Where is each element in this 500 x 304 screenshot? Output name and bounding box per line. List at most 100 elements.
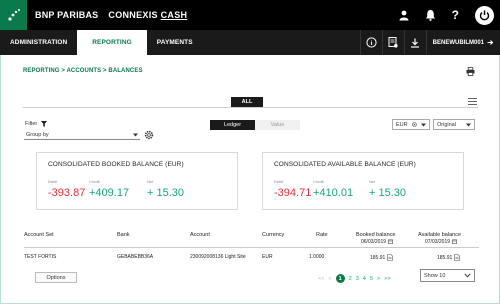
- card-title: CONSOLIDATED AVAILABLE BALANCE (EUR): [274, 161, 416, 168]
- cell-rate: 1.0000: [309, 254, 325, 260]
- card-title: CONSOLIDATED BOOKED BALANCE (EUR): [48, 161, 184, 168]
- product-name: CONNEXIS CASH: [108, 10, 187, 20]
- user-menu[interactable]: BENEWUBILM001: [425, 30, 500, 55]
- net-value: + 15.30: [369, 187, 407, 199]
- nav-administration[interactable]: ADMINISTRATION: [0, 30, 77, 55]
- col-account[interactable]: Account: [190, 232, 210, 238]
- frame-left: [0, 55, 1, 304]
- help-icon[interactable]: ?: [452, 8, 459, 22]
- filter-label: Filter: [25, 121, 38, 127]
- col-rate[interactable]: Rate: [316, 232, 328, 238]
- net-label: Net: [147, 179, 154, 184]
- nav-payments[interactable]: PAYMENTS: [147, 30, 203, 55]
- gear-icon[interactable]: [144, 130, 154, 142]
- debit-value: -393.87: [48, 187, 86, 199]
- cell-bank: GEBABEBB36A: [117, 254, 154, 260]
- product-suffix: CASH: [160, 10, 188, 20]
- info-glyph: i: [370, 40, 372, 47]
- document-icon[interactable]: [387, 254, 394, 261]
- cell-account-set: TEST FORTIS: [24, 254, 57, 260]
- hamburger-menu-icon[interactable]: [468, 98, 477, 107]
- bnp-logo: [0, 0, 27, 30]
- available-balance-card: CONSOLIDATED AVAILABLE BALANCE (EUR) Deb…: [262, 152, 464, 210]
- available-date-text: 07/03/2019: [425, 239, 451, 245]
- credit-label: Credit: [313, 179, 324, 184]
- cell-booked-balance: 185.91: [370, 254, 394, 261]
- filter-toggle[interactable]: Filter: [25, 121, 48, 127]
- col-available-balance[interactable]: Available balance: [418, 232, 461, 238]
- next-page-button[interactable]: >: [377, 276, 380, 282]
- pagination: << < 1 2 3 4 5 > >>: [318, 274, 391, 283]
- breadcrumb[interactable]: REPORTING > ACCOUNTS > BALANCES: [23, 68, 143, 74]
- ledger-button[interactable]: Ledger: [210, 120, 255, 130]
- debit-label: Debit: [274, 179, 284, 184]
- available-date: 07/03/2019: [425, 239, 458, 245]
- page-5[interactable]: 5: [370, 276, 373, 282]
- chevron-down-icon: [421, 123, 426, 126]
- calendar-icon: [452, 239, 458, 245]
- net-value: + 15.30: [147, 187, 185, 199]
- username: BENEWUBILM001: [432, 39, 484, 46]
- booked-date-text: 06/03/2019: [361, 239, 387, 245]
- user-icon[interactable]: [399, 10, 409, 21]
- page-size-select[interactable]: Show 10: [420, 269, 475, 282]
- page-3[interactable]: 3: [356, 276, 359, 282]
- product-prefix: CONNEXIS: [108, 10, 158, 20]
- options-button[interactable]: Options: [35, 272, 77, 283]
- mode-value: Original: [437, 121, 456, 128]
- value-button[interactable]: Value: [255, 120, 300, 130]
- document-icon[interactable]: [454, 254, 461, 261]
- table-divider: [24, 247, 479, 248]
- booked-date: 06/03/2019: [361, 239, 394, 245]
- power-icon[interactable]: [475, 5, 494, 25]
- credit-label: Credit: [89, 179, 100, 184]
- col-booked-balance[interactable]: Booked balance: [356, 232, 395, 238]
- top-bar: BNP PARIBAS CONNEXIS CASH ?: [0, 0, 500, 30]
- cell-available-balance: 185.91: [437, 254, 461, 261]
- bell-icon[interactable]: [425, 9, 436, 21]
- info-icon[interactable]: i: [359, 30, 382, 55]
- chevron-down-icon: [133, 133, 138, 136]
- col-currency[interactable]: Currency: [262, 232, 284, 238]
- page-4[interactable]: 4: [363, 276, 366, 282]
- prev-page-button[interactable]: <: [328, 276, 331, 282]
- booked-balance-card: CONSOLIDATED BOOKED BALANCE (EUR) Debit …: [36, 152, 238, 210]
- group-by-value: Group by: [26, 131, 49, 138]
- balances-table-header: Account Set Bank Account Currency Rate B…: [0, 232, 500, 246]
- mode-select[interactable]: Original: [433, 119, 475, 130]
- main-nav: ADMINISTRATION REPORTING PAYMENTS i BENE…: [0, 30, 500, 55]
- brand-name: BNP PARIBAS: [35, 10, 99, 20]
- download-icon[interactable]: [403, 30, 426, 55]
- page-1[interactable]: 1: [335, 274, 345, 283]
- last-page-button[interactable]: >>: [384, 276, 390, 282]
- cell-currency: EUR: [262, 254, 273, 260]
- tab-all[interactable]: ALL: [231, 97, 263, 107]
- page-2[interactable]: 2: [349, 276, 352, 282]
- col-bank[interactable]: Bank: [117, 232, 130, 238]
- nav-reporting[interactable]: REPORTING: [77, 30, 147, 55]
- currency-value: EUR: [396, 121, 408, 128]
- currency-select[interactable]: EUR: [392, 119, 430, 130]
- arrow-right-icon: [487, 40, 494, 45]
- available-balance-value: 185.91: [437, 254, 453, 261]
- credit-value: +409.17: [89, 187, 130, 199]
- debit-label: Debit: [48, 179, 58, 184]
- col-account-set[interactable]: Account Set: [24, 232, 54, 238]
- credit-value: +410.01: [313, 187, 354, 199]
- document-list-icon[interactable]: [381, 30, 404, 55]
- calendar-icon: [388, 239, 394, 245]
- chevron-down-icon: [464, 273, 471, 278]
- balance-type-toggle: Ledger Value: [210, 120, 300, 130]
- debit-value: -394.71: [274, 187, 312, 199]
- chevron-down-icon: [466, 123, 471, 126]
- tab-divider: [23, 107, 478, 108]
- booked-balance-value: 185.91: [370, 254, 386, 261]
- clear-icon: [412, 122, 417, 127]
- first-page-button[interactable]: <<: [318, 276, 324, 282]
- net-label: Net: [369, 179, 376, 184]
- stars-logo-icon: [7, 9, 20, 21]
- filter-icon: [41, 121, 48, 127]
- page-size-value: Show 10: [424, 272, 446, 279]
- print-icon[interactable]: [466, 67, 475, 78]
- group-by-select[interactable]: Group by: [24, 130, 140, 140]
